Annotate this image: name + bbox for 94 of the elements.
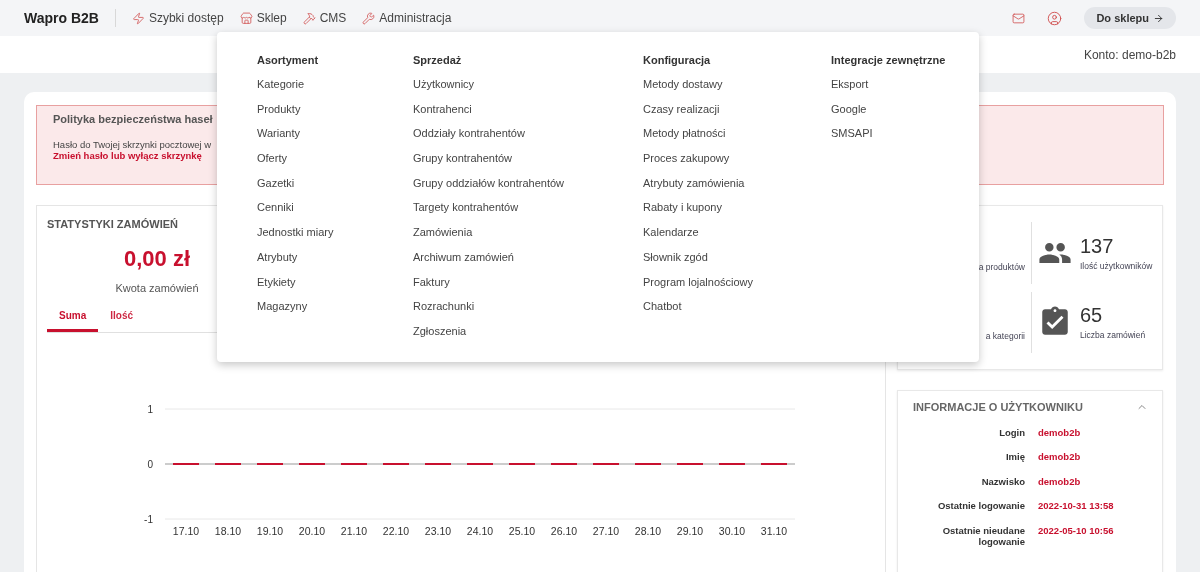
menu-item[interactable]: Archiwum zamówień [413,250,643,276]
axis-label: 24.10 [466,525,494,537]
axis-label: 23.10 [424,525,452,537]
axis-label: 31.10 [760,525,788,537]
menu-item[interactable]: Chatbot [643,300,831,325]
axis-label: 17.10 [172,525,200,537]
menu-item[interactable]: Metody dostawy [643,78,831,103]
menu-item[interactable]: Użytkownicy [413,78,643,103]
alert-message: Hasło do Twojej skrzynki pocztowej w [53,139,213,150]
info-value: demob2b [1038,451,1082,463]
menu-item[interactable]: Eksport [831,78,979,103]
menu-item[interactable]: Rozrachunki [413,300,643,325]
info-label: Ostatnie logowanie [936,500,1025,512]
info-label: Nazwisko [980,475,1025,488]
mail-icon[interactable] [1012,11,1026,25]
menu-item[interactable]: Faktury [413,275,643,301]
menu-heading: Asortyment [257,54,320,66]
panel-title: STATYSTYKI ZAMÓWIEŃ [47,218,178,230]
card-title: INFORMACJE O UŻYTKOWNIKU [913,401,1083,413]
axis-label: 1 [147,404,153,415]
wrench-icon [362,11,376,25]
arrow-right-icon [1153,12,1164,24]
shop-button[interactable]: Do sklepu [1084,7,1176,29]
info-value: demob2b [1038,427,1082,439]
menu-heading: Integracje zewnętrzne [831,54,947,66]
menu-heading: Sprzedaż [413,54,463,66]
nav-link[interactable]: Sklep [239,11,287,25]
info-value: 2022-05-10 10:56 [1038,524,1115,538]
menu-heading: Konfiguracja [643,54,712,66]
axis-label: 19.10 [256,525,284,537]
menu-item[interactable]: Czasy realizacji [643,102,831,128]
menu-item[interactable]: Atrybuty [257,250,413,276]
menu-item[interactable]: Zgłoszenia [413,324,643,350]
menu-item[interactable]: Grupy kontrahentów [413,152,643,177]
info-label: Imię [1005,451,1025,463]
nav-link[interactable]: CMS [302,11,347,25]
axis-label: 22.10 [382,525,410,537]
info-label: Ostatnie nieudane logowanie [941,524,1025,548]
menu-item[interactable]: Kontrahenci [413,102,643,128]
axis-label: 20.10 [298,525,326,537]
stat-label: Liczba zamówień [1080,330,1146,341]
nav-link[interactable]: Administracja [362,11,452,25]
menu-item[interactable]: Proces zakupowy [643,152,831,177]
amount-label: Kwota zamówień [115,282,199,294]
menu-item[interactable]: Słownik zgód [643,250,831,276]
menu-item[interactable]: Targety kontrahentów [413,201,643,227]
menu-item[interactable]: Gazetki [257,176,413,202]
stat-label: Ilość użytkowników [1080,260,1153,271]
store-icon [239,11,253,25]
tab[interactable]: Suma [47,306,99,332]
brand-name[interactable]: Wapro B2B [24,10,99,26]
menu-item[interactable]: Etykiety [257,275,413,301]
axis-label: 27.10 [592,525,620,537]
menu-item[interactable]: Google [831,102,979,128]
user-icon[interactable] [1047,10,1063,26]
menu-item[interactable]: Atrybuty zamówienia [643,176,831,202]
info-value: 2022-10-31 13:58 [1038,500,1115,512]
axis-label: 28.10 [634,525,662,537]
tab[interactable]: Ilość [98,306,146,332]
info-value: demob2b [1038,475,1082,488]
axis-label: 26.10 [550,525,578,537]
menu-item[interactable]: Oddziały kontrahentów [413,127,643,153]
stat-label: a produktów [978,261,1025,272]
menu-item[interactable]: Oferty [257,152,413,177]
menu-item[interactable]: Grupy oddziałów kontrahentów [413,176,643,202]
menu-item[interactable]: Zamówienia [413,226,643,251]
axis-label: 0 [147,459,153,470]
axis-label: 18.10 [214,525,242,537]
axis-label: -1 [144,514,153,525]
info-label: Login [998,427,1025,439]
stat-value: 65 [1080,304,1104,328]
menu-item[interactable]: Kategorie [257,78,413,103]
axis-label: 25.10 [508,525,536,537]
menu-item[interactable]: Rabaty i kupony [643,201,831,227]
stat-value: 137 [1080,234,1115,258]
stat-label: a kategorii [985,331,1025,342]
menu-item[interactable]: Jednostki miary [257,226,413,251]
menu-item[interactable]: Warianty [257,127,413,153]
axis-label: 21.10 [340,525,368,537]
alert-title: Polityka bezpieczeństwa haseł [53,113,214,125]
menu-item[interactable]: Cenniki [257,201,413,227]
bolt-icon [131,11,145,25]
menu-item[interactable]: Program lojalnościowy [643,275,831,301]
menu-item[interactable]: Kalendarze [643,226,831,251]
axis-label: 30.10 [718,525,746,537]
menu-item[interactable]: Produkty [257,102,413,128]
menu-item[interactable]: Magazyny [257,300,413,325]
amount-value: 0,00 zł [123,246,190,272]
account-label: Konto: demo-b2b [1083,47,1176,62]
menu-item[interactable]: SMSAPI [831,127,979,153]
hammer-icon [302,11,316,25]
nav-link[interactable]: Szybki dostęp [131,11,224,25]
menu-item[interactable]: Metody płatności [643,127,831,153]
axis-label: 29.10 [676,525,704,537]
